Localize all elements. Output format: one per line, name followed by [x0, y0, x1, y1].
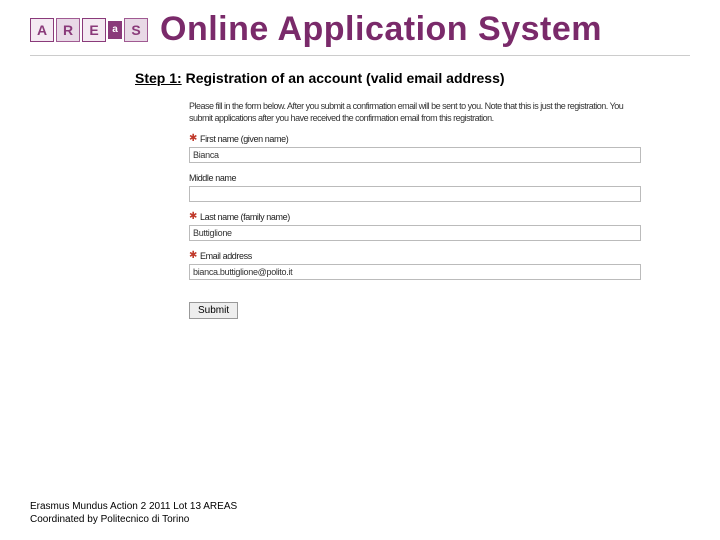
field-last-name: ✱ Last name (family name) — [189, 212, 641, 241]
email-label: Email address — [200, 251, 252, 261]
slide: A R E a S Online Application System Step… — [0, 0, 720, 540]
submit-row: Submit — [189, 302, 641, 319]
last-name-input[interactable] — [189, 225, 641, 241]
registration-form-screenshot: Please fill in the form below. After you… — [175, 90, 655, 333]
submit-button[interactable]: Submit — [189, 302, 238, 319]
middle-name-input[interactable] — [189, 186, 641, 202]
areas-logo: A R E a S — [30, 18, 148, 42]
step-label: Step 1: — [135, 70, 182, 86]
logo-letter: E — [82, 18, 106, 42]
required-icon: ✱ — [189, 251, 197, 261]
page-title: Online Application System — [160, 10, 602, 49]
logo-letter: S — [124, 18, 148, 42]
footer-line2: Coordinated by Politecnico di Torino — [30, 513, 237, 526]
footer-line1: Erasmus Mundus Action 2 2011 Lot 13 AREA… — [30, 500, 237, 513]
form-intro-text: Please fill in the form below. After you… — [189, 100, 641, 124]
email-input[interactable] — [189, 264, 641, 280]
logo-letter: A — [30, 18, 54, 42]
required-icon: ✱ — [189, 212, 197, 222]
field-middle-name: Middle name — [189, 173, 641, 202]
first-name-label: First name (given name) — [200, 134, 288, 144]
logo-letter: a — [108, 21, 122, 39]
field-email: ✱ Email address — [189, 251, 641, 280]
divider — [30, 55, 690, 56]
middle-name-label: Middle name — [189, 173, 236, 183]
footer: Erasmus Mundus Action 2 2011 Lot 13 AREA… — [30, 500, 237, 526]
required-icon: ✱ — [189, 134, 197, 144]
last-name-label: Last name (family name) — [200, 212, 290, 222]
first-name-input[interactable] — [189, 147, 641, 163]
step-heading: Step 1: Registration of an account (vali… — [135, 70, 690, 86]
logo-letter: R — [56, 18, 80, 42]
header: A R E a S Online Application System — [30, 10, 690, 49]
field-first-name: ✱ First name (given name) — [189, 134, 641, 163]
step-text: Registration of an account (valid email … — [186, 70, 505, 86]
